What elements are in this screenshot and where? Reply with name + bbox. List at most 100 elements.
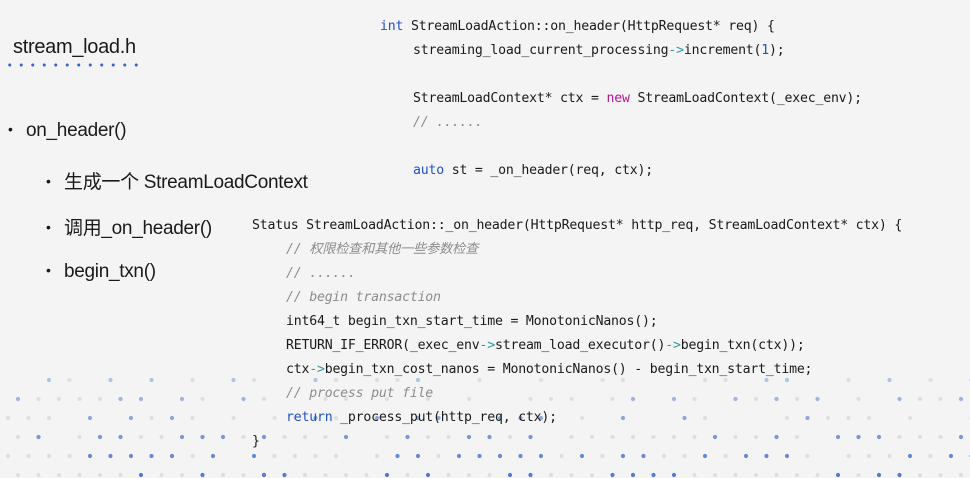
decorative-dot (26, 416, 31, 420)
decorative-dot (169, 415, 175, 421)
decorative-dot (938, 435, 943, 439)
bullet-dot: • (8, 121, 13, 137)
code-keyword: int (380, 19, 404, 34)
decorative-dot (118, 434, 123, 440)
decorative-dot (805, 415, 810, 421)
decorative-dot (938, 397, 943, 401)
bullet-dot: • (46, 173, 51, 189)
decorative-dot (897, 472, 902, 478)
decorative-dot (221, 473, 225, 477)
code-keyword: auto (413, 163, 444, 178)
decorative-dot (405, 473, 410, 477)
decorative-dot (138, 396, 144, 402)
code-line-begin-txn-start: int64_t begin_txn_start_time = Monotonic… (286, 314, 658, 329)
code-line-on-header-sig: int StreamLoadAction::on_header(HttpRequ… (380, 15, 775, 39)
decorative-dot (795, 435, 799, 439)
code-text: begin_txn_cost_nanos = MonotonicNanos() … (324, 362, 813, 377)
decorative-dot (190, 454, 195, 458)
decorative-dot (108, 377, 113, 383)
decorative-dot (67, 378, 72, 382)
decorative-dot (856, 434, 861, 440)
decorative-dot (87, 415, 93, 421)
decorative-dot (77, 473, 82, 477)
decorative-dot (620, 453, 626, 459)
code-text: ); (769, 43, 785, 58)
decorative-dot (344, 473, 348, 477)
decorative-dot (815, 473, 820, 477)
code-number: 1 (761, 43, 770, 58)
decorative-dot (579, 453, 585, 459)
code-text: StreamLoadContext* ctx = (413, 91, 607, 106)
decorative-dot (774, 434, 779, 440)
decorative-dot (876, 472, 882, 478)
bullet-label: 调用_on_header() (64, 218, 212, 239)
decorative-dot (210, 453, 216, 459)
decorative-dot (897, 435, 902, 439)
decorative-dot (241, 396, 246, 402)
decorative-dot (47, 454, 51, 458)
decorative-dot (662, 454, 666, 458)
code-line-cost-nanos: ctx->begin_txn_cost_nanos = MonotonicNan… (286, 358, 812, 382)
decorative-dot (179, 434, 185, 440)
code-arrow: -> (309, 362, 325, 377)
decorative-dot (36, 397, 41, 401)
decorative-dot (241, 435, 246, 439)
decorative-dot (528, 472, 533, 478)
bullet-create-context: • 生成一个 StreamLoadContext (46, 167, 308, 194)
code-keyword-new: new (606, 91, 630, 106)
decorative-dot (466, 434, 472, 440)
decorative-dot (487, 434, 492, 440)
decorative-dot (251, 453, 257, 459)
decorative-dot (67, 454, 72, 458)
code-line-new-context: StreamLoadContext* ctx = new StreamLoadC… (413, 87, 862, 111)
decorative-dot (436, 454, 441, 458)
decorative-dot (876, 434, 882, 440)
bullet-dot: • (46, 219, 51, 235)
decorative-dot (6, 454, 10, 458)
bullet-label: begin_txn() (64, 261, 156, 282)
decorative-dot (128, 415, 134, 421)
decorative-dot (692, 397, 697, 401)
decorative-dot (774, 473, 779, 477)
decorative-dot (733, 435, 738, 439)
code-text: RETURN_IF_ERROR(_exec_env (286, 338, 480, 353)
decorative-dot (47, 416, 51, 420)
decorative-dot (651, 472, 656, 478)
decorative-dot (272, 454, 277, 458)
decorative-dot (835, 472, 841, 478)
code-comment: // begin transaction (286, 290, 441, 305)
decorative-dot (98, 397, 102, 401)
code-arrow: -> (668, 43, 684, 58)
bullet-begin-txn: • begin_txn() (46, 261, 156, 283)
decorative-dot (334, 454, 338, 458)
decorative-dot (528, 397, 533, 401)
code-text: begin_txn(ctx)); (680, 338, 805, 353)
decorative-dot (764, 453, 769, 459)
decorative-dot (446, 435, 451, 439)
decorative-dot (580, 416, 584, 420)
decorative-dot (200, 397, 205, 401)
decorative-dot (590, 435, 594, 439)
decorative-dot (908, 416, 912, 420)
decorative-dot (702, 453, 708, 459)
decorative-dot (87, 453, 93, 459)
decorative-dot (754, 435, 758, 439)
code-arrow: -> (479, 338, 496, 353)
code-line-increment: streaming_load_current_processing->incre… (413, 39, 785, 63)
decorative-dot (467, 397, 471, 401)
decorative-dot (415, 453, 421, 459)
decorative-dot (918, 473, 922, 477)
decorative-dot (692, 435, 697, 439)
decorative-dot (682, 454, 687, 458)
decorative-dot (375, 454, 379, 458)
decorative-dot (630, 472, 636, 478)
decorative-dot (723, 454, 728, 458)
decorative-dot (795, 397, 799, 401)
decorative-dot (200, 434, 205, 440)
title-dotted-underline (4, 62, 142, 68)
decorative-dot (159, 435, 164, 439)
decorative-dot (897, 396, 902, 402)
code-line-underscore-on-header-sig: Status StreamLoadAction::_on_header(Http… (252, 218, 903, 233)
decorative-dot (610, 472, 615, 478)
decorative-dot (508, 435, 512, 439)
